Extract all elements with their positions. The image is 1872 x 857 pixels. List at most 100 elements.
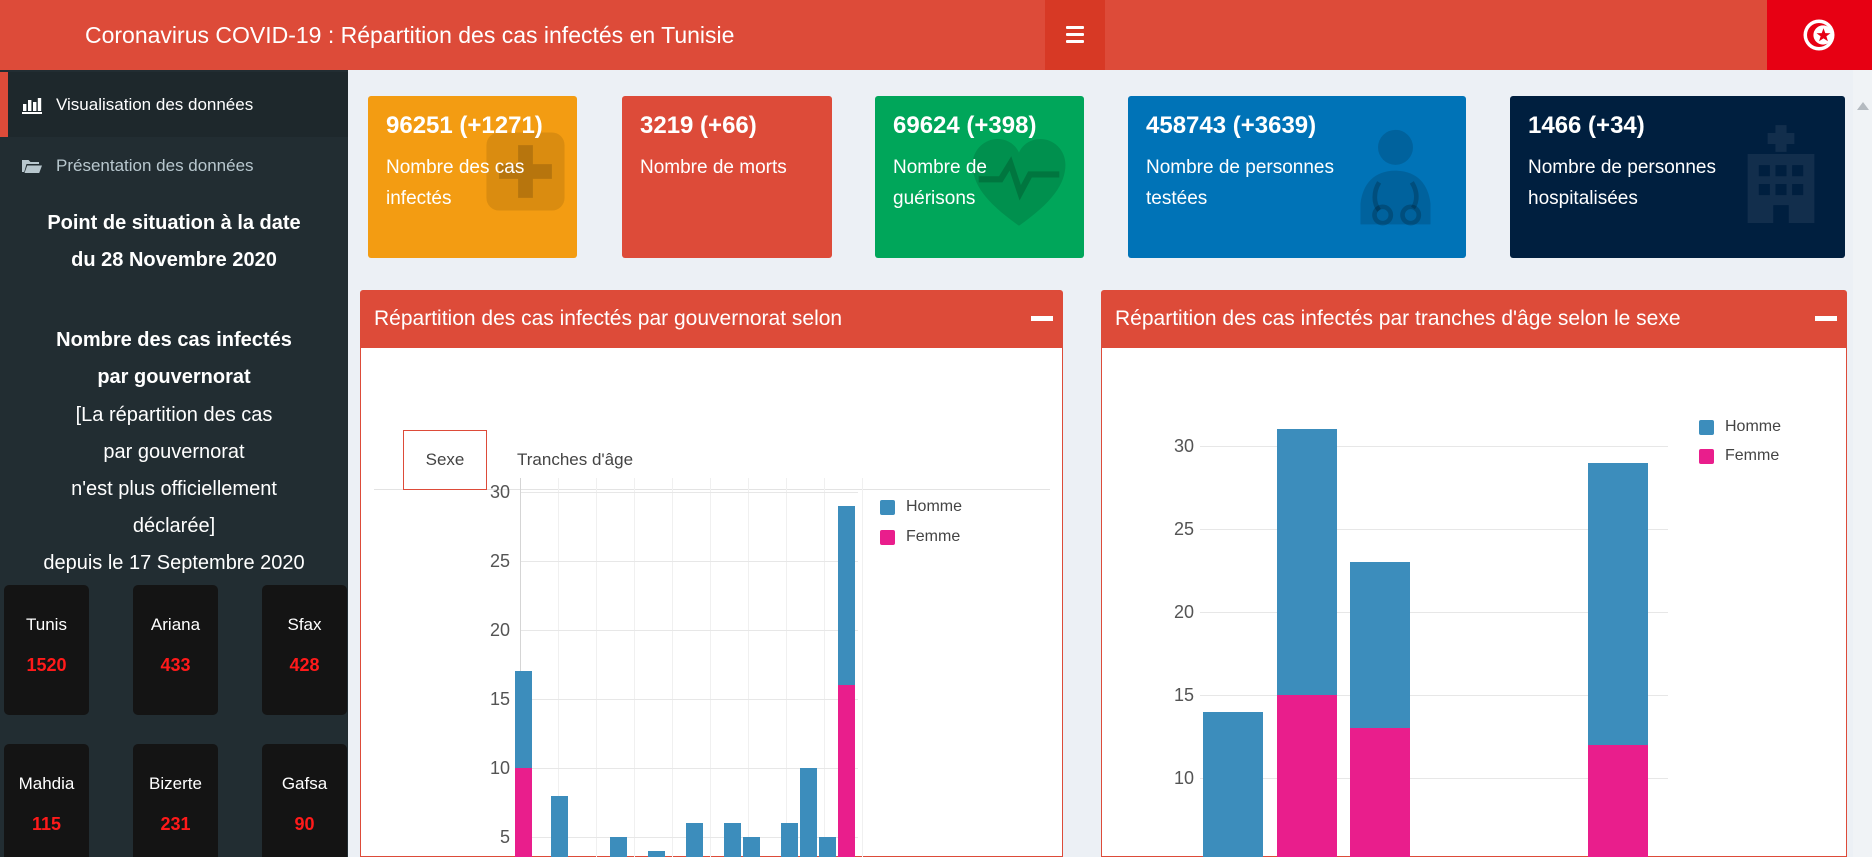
tile-value: 231 <box>133 814 218 835</box>
bar-segment-femme <box>1277 695 1337 857</box>
y-axis-tick-label: 5 <box>460 826 510 848</box>
card-label: Nombre de morts <box>640 152 814 183</box>
y-axis-tick-label: 20 <box>460 619 510 641</box>
governorate-tile-sfax[interactable]: Sfax 428 <box>262 585 347 715</box>
y-axis-tick-label: 25 <box>1160 518 1194 540</box>
bar-segment-homme <box>724 823 741 857</box>
legend-item: Homme <box>1699 418 1781 436</box>
grid-line-horizontal <box>520 561 858 562</box>
card-infected: 96251 (+1271) Nombre des cas infectés <box>368 96 577 258</box>
bar-segment-homme <box>648 851 665 857</box>
bar-chart-icon <box>22 96 42 114</box>
grid-line-horizontal <box>520 630 858 631</box>
bar-segment-homme <box>781 823 798 857</box>
y-axis-tick-label: 15 <box>1160 684 1194 706</box>
tile-name: Mahdia <box>4 774 89 794</box>
bar-segment-femme <box>515 768 532 857</box>
chart-cases-by-age-group: 3025201510HommeFemme <box>1160 400 1820 857</box>
bar-segment-homme <box>743 837 760 857</box>
grid-line-vertical <box>824 478 825 857</box>
card-label: Nombre de personnes testées <box>1146 152 1386 214</box>
grid-line-vertical <box>786 478 787 857</box>
governorate-tile-ariana[interactable]: Ariana 433 <box>133 585 218 715</box>
grid-line-horizontal <box>1200 446 1668 447</box>
sidebar-item-label: Visualisation des données <box>56 95 253 115</box>
sidebar-item-visualisation[interactable]: Visualisation des données <box>0 72 348 137</box>
panel-header: Répartition des cas infectés par tranche… <box>1101 290 1847 348</box>
card-value: 3219 (+66) <box>640 112 814 140</box>
tile-name: Bizerte <box>133 774 218 794</box>
legend-swatch <box>880 530 895 545</box>
scroll-up-arrow-icon[interactable] <box>1857 102 1869 110</box>
tile-value: 428 <box>262 655 347 676</box>
bar-segment-femme <box>1588 745 1648 857</box>
sidebar-toggle-button[interactable] <box>1045 0 1105 70</box>
bar-segment-homme <box>551 796 568 857</box>
bar-segment-homme <box>1588 463 1648 745</box>
y-axis-tick-label: 25 <box>460 550 510 572</box>
y-axis-tick-label: 10 <box>460 757 510 779</box>
situation-date-heading: Point de situation à la date du 28 Novem… <box>0 205 348 279</box>
dashboard: Coronavirus COVID-19 : Répartition des c… <box>0 0 1872 857</box>
page-title: Coronavirus COVID-19 : Répartition des c… <box>85 0 734 70</box>
tile-value: 90 <box>262 814 347 835</box>
governorate-tile-mahdia[interactable]: Mahdia 115 <box>4 744 89 857</box>
legend-swatch <box>1699 449 1714 464</box>
bar-segment-homme <box>515 671 532 768</box>
legend-swatch <box>880 500 895 515</box>
card-label: Nombre de personnes hospitalisées <box>1528 152 1768 214</box>
tunisia-flag <box>1767 0 1872 70</box>
panel-title: Répartition des cas infectés par tranche… <box>1115 290 1821 348</box>
top-navbar: Coronavirus COVID-19 : Répartition des c… <box>0 0 1872 70</box>
card-label: Nombre des cas infectés <box>386 152 559 214</box>
grid-line-vertical <box>862 478 863 857</box>
tile-name: Tunis <box>4 615 89 635</box>
bar-segment-homme <box>1350 562 1410 728</box>
tile-name: Sfax <box>262 615 347 635</box>
grid-line-vertical <box>710 478 711 857</box>
cases-by-governorate-heading: Nombre des cas infectés par gouvernorat <box>0 322 348 396</box>
chart-cases-by-governorate: 30 25 20 15 10 5 Homme Femme <box>460 470 1060 857</box>
grid-line-horizontal <box>520 699 858 700</box>
bar-segment-femme <box>1350 728 1410 857</box>
sidebar: Visualisation des données Présentation d… <box>0 70 348 857</box>
legend-swatch <box>1699 420 1714 435</box>
y-axis-tick-label: 30 <box>460 481 510 503</box>
bar-segment-homme <box>610 837 627 857</box>
card-tested: 458743 (+3639) Nombre de personnes testé… <box>1128 96 1466 258</box>
governorate-tile-tunis[interactable]: Tunis 1520 <box>4 585 89 715</box>
card-value: 1466 (+34) <box>1528 112 1827 140</box>
collapse-minus-icon[interactable] <box>1815 316 1837 321</box>
grid-line-vertical <box>634 478 635 857</box>
tile-value: 1520 <box>4 655 89 676</box>
governorate-tile-gafsa[interactable]: Gafsa 90 <box>262 744 347 857</box>
bar-segment-homme <box>819 837 836 857</box>
collapse-minus-icon[interactable] <box>1031 316 1053 321</box>
vertical-scrollbar[interactable] <box>1853 70 1872 857</box>
legend-label: Femme <box>906 528 960 546</box>
bar-segment-femme <box>838 685 855 857</box>
sidebar-item-presentation[interactable]: Présentation des données <box>0 137 348 195</box>
bar-segment-homme <box>686 823 703 857</box>
legend-item: Homme <box>880 498 962 516</box>
y-axis-tick-label: 15 <box>460 688 510 710</box>
bar-segment-homme <box>838 506 855 685</box>
grid-line-vertical <box>672 478 673 857</box>
bar-segment-homme <box>800 768 817 857</box>
card-label: Nombre de guérisons <box>893 152 1066 214</box>
grid-line-horizontal <box>520 492 858 493</box>
legend-label: Femme <box>1725 447 1779 465</box>
hamburger-icon <box>1066 26 1084 47</box>
y-axis-tick-label: 30 <box>1160 435 1194 457</box>
governorate-tile-bizerte[interactable]: Bizerte 231 <box>133 744 218 857</box>
card-deaths: 3219 (+66) Nombre de morts <box>622 96 832 258</box>
card-value: 458743 (+3639) <box>1146 112 1448 140</box>
legend-item: Femme <box>880 528 960 546</box>
tile-name: Ariana <box>133 615 218 635</box>
legend-label: Homme <box>1725 418 1781 436</box>
tile-name: Gafsa <box>262 774 347 794</box>
cases-note: [La répartition des cas par gouvernorat … <box>0 397 348 582</box>
grid-line-vertical <box>596 478 597 857</box>
tunisia-flag-emblem <box>1799 15 1839 55</box>
grid-line-vertical <box>748 478 749 857</box>
